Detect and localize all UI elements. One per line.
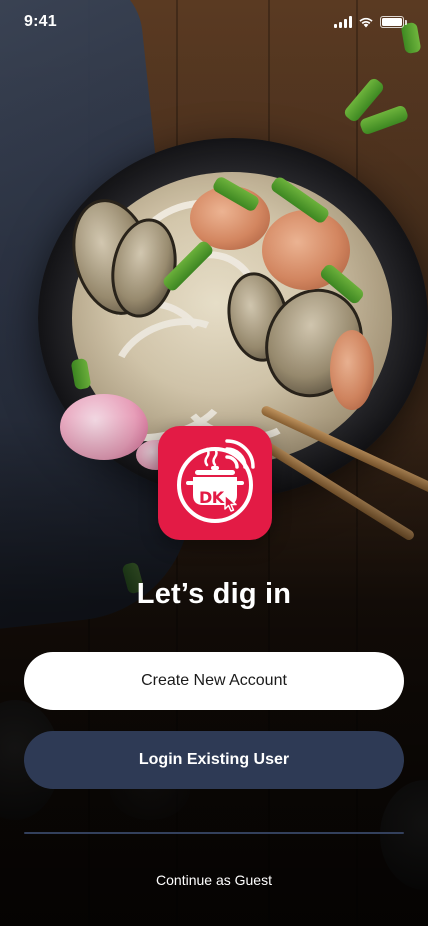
cellular-signal-icon xyxy=(334,16,352,28)
create-account-label: Create New Account xyxy=(141,672,287,689)
app-logo: DK xyxy=(158,426,272,540)
smart-cooking-pot-icon xyxy=(177,439,255,523)
welcome-headline: Let’s dig in xyxy=(136,578,292,610)
battery-icon xyxy=(380,16,407,28)
logo-text: DK xyxy=(199,488,224,507)
status-icons xyxy=(334,16,407,28)
divider xyxy=(24,832,404,834)
create-account-button[interactable]: Create New Account xyxy=(24,652,404,710)
login-label: Login Existing User xyxy=(138,751,290,768)
continue-as-guest-link[interactable]: Continue as Guest xyxy=(0,872,428,888)
status-bar: 9:41 xyxy=(0,0,428,44)
status-time: 9:41 xyxy=(24,13,57,30)
login-button[interactable]: Login Existing User xyxy=(24,731,404,789)
wifi-icon xyxy=(359,17,373,28)
